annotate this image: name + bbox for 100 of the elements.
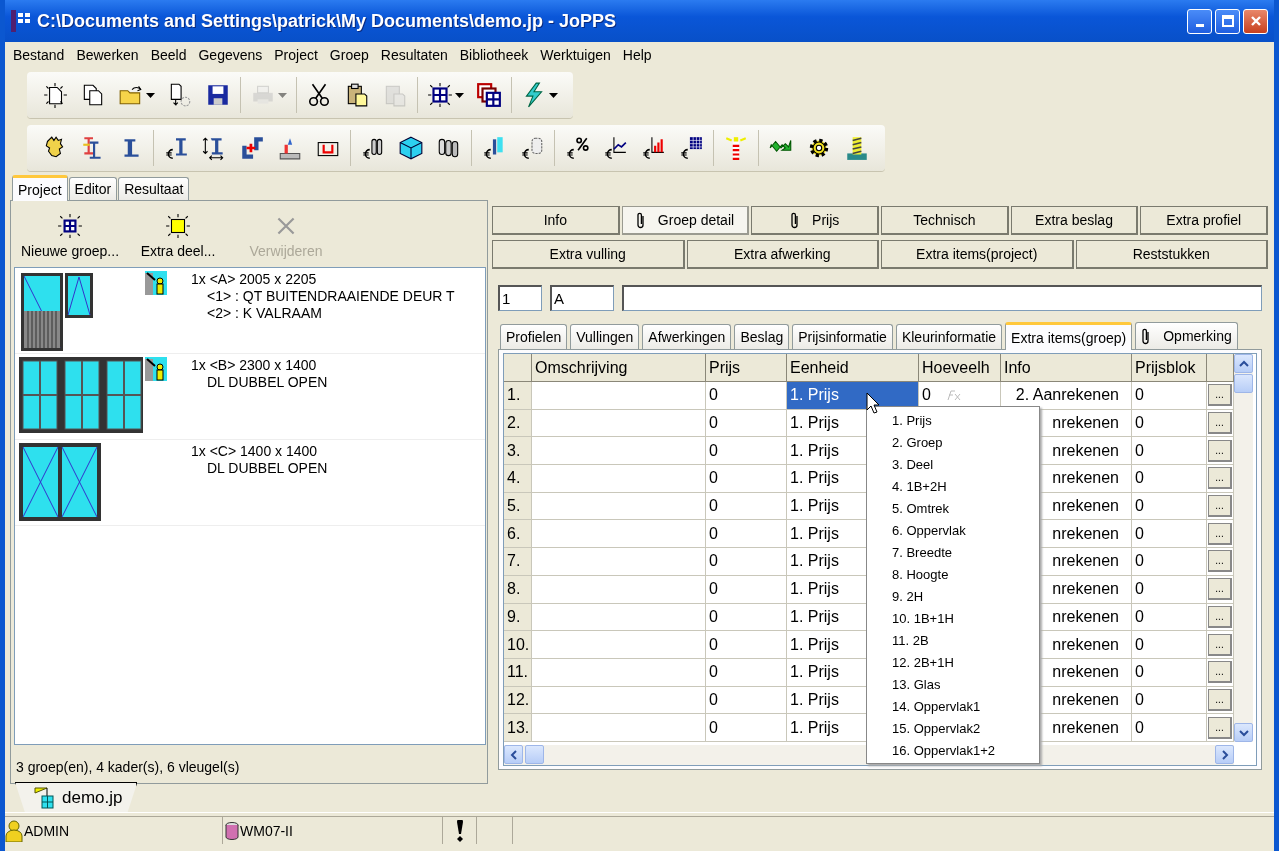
group-text: DL DUBBEL OPEN [206,374,328,391]
tab-button[interactable]: Info [492,206,620,235]
group-text: 1x <B> 2300 x 1400 [191,357,318,374]
tab-button[interactable]: Reststukken [1075,240,1268,269]
tab[interactable]: Prijsinformatie [792,324,893,349]
row-number: 13. [504,714,532,742]
table-cell: 0 [706,492,787,521]
menu-item[interactable]: Beeld [144,47,193,63]
tab[interactable]: Kleurinformatie [895,324,1003,349]
menu-item[interactable]: Bewerken [70,47,145,63]
ellipsis-button[interactable]: ... [1208,688,1232,711]
number-field[interactable]: 1 [498,285,542,311]
column-header[interactable]: Eenheid [787,354,919,382]
tab[interactable]: Extra items(groep) [1005,322,1133,350]
row-number: 5. [504,492,532,521]
group-text: 1x <C> 1400 x 1400 [191,443,319,460]
tab[interactable]: Afwerkingen [642,324,732,349]
document-tab[interactable]: demo.jp [15,782,138,812]
menu-item[interactable]: Gegevens [192,47,269,63]
tab-button[interactable]: Extra vulling [492,240,685,269]
ellipsis-button[interactable]: ... [1208,661,1232,684]
row-number: 1. [504,382,532,410]
row-number: 11. [504,658,532,687]
close-button[interactable] [1243,8,1268,34]
menu-item[interactable]: Project [268,47,324,63]
window-title: C:\Documents and Settings\patrick\My Documents\demo.jp - JoPPS [37,10,618,32]
menu-item[interactable]: Bestand [7,47,71,63]
table-cell: 0 [706,548,787,576]
scroll-down-button[interactable] [1234,723,1253,742]
group-item[interactable]: 1x <C> 1400 x 1400 DL DUBBEL OPEN [15,440,485,526]
row-number: 8. [504,575,532,604]
ellipsis-button[interactable]: ... [1208,716,1232,739]
header-cell [1207,354,1234,382]
table-cell[interactable]: 1. Prijs [787,382,919,410]
scroll-left-button[interactable] [504,745,523,764]
status-text: 3 groep(en), 4 kader(s), 6 vleugel(s) [15,758,241,777]
beacon-icon [723,135,749,161]
description-field[interactable] [622,285,1262,311]
group-text: DL DUBBEL OPEN [206,460,328,477]
profile-plus-icon [239,135,265,161]
minimize-button[interactable] [1187,8,1212,34]
scroll-right-button[interactable] [1215,745,1234,764]
menu-item[interactable]: Resultaten [374,47,454,63]
tab-button[interactable]: Extra profiel [1140,206,1269,235]
tab-button[interactable]: Groep detail [621,206,750,235]
ellipsis-button[interactable]: ... [1208,605,1232,628]
ellipsis-button[interactable]: ... [1208,467,1232,490]
group-item[interactable]: 1x <A> 2005 x 2205 <1> : QT BUITENDRAAIENDE DEUR T <2> : K VALRAAM [15,268,485,354]
tab-button[interactable]: Extra beslag [1010,206,1139,235]
tab[interactable]: Project [12,175,68,201]
scroll-thumb[interactable] [525,745,544,764]
tab-button[interactable]: Technisch [881,206,1009,235]
caret-icon [146,92,155,98]
column-header[interactable]: Prijsblok [1132,354,1207,382]
table-cell: 0 [706,520,787,549]
ellipsis-button[interactable]: ... [1208,633,1232,656]
group-item[interactable]: 1x <B> 2300 x 1400 DL DUBBEL OPEN [15,354,485,440]
tab[interactable]: Resultaat [118,177,190,200]
dropdown-option[interactable]: 16. Oppervlak1+2 [867,739,1039,761]
column-header[interactable]: Prijs [706,354,787,382]
group-text: 1x <A> 2005 x 2205 [191,271,318,288]
toolbar-button[interactable]: Nieuwe groep... [16,205,124,267]
column-header[interactable]: Hoeveelh [919,354,1001,382]
ellipsis-button[interactable]: ... [1208,495,1232,518]
caret-icon [278,92,287,98]
table-cell: 0 [1132,465,1207,493]
close-icon [1249,15,1262,27]
tab[interactable]: Vullingen [570,324,640,349]
tab[interactable]: Editor [68,177,118,200]
square-icon [165,213,191,239]
menu-item[interactable]: Bibliotheek [453,47,535,63]
column-header[interactable]: Omschrijving [532,354,706,382]
ellipsis-button[interactable]: ... [1208,384,1232,407]
table-cell: 0 [1132,714,1207,742]
caret-icon [549,92,558,98]
table-cell: 0 [1132,603,1207,632]
scroll-thumb[interactable] [1234,374,1253,393]
column-header[interactable]: Info [1001,354,1132,382]
formula-icon [944,389,961,402]
tab[interactable]: Opmerking [1135,322,1238,349]
tab-button[interactable]: Extra items(project) [881,240,1074,269]
tab-button[interactable]: Extra afwerking [686,240,879,269]
table-cell: 0 [1132,382,1207,410]
database-icon [225,821,239,840]
tab-button[interactable]: Prijs [751,206,879,235]
ellipsis-button[interactable]: ... [1208,522,1232,545]
ellipsis-button[interactable]: ... [1208,578,1232,601]
ellipsis-button[interactable]: ... [1208,439,1232,462]
menu-item[interactable]: Help [616,47,658,63]
ellipsis-button[interactable]: ... [1208,550,1232,573]
menu-item[interactable]: Werktuigen [534,47,617,63]
menu-item[interactable]: Groep [323,47,375,63]
tab[interactable]: Beslag [734,324,790,349]
maximize-button[interactable] [1215,8,1240,34]
table-cell: 0 [706,603,787,632]
tab[interactable]: Profielen [500,324,568,349]
toolbar-button[interactable]: Extra deel... [124,205,232,267]
ellipsis-button[interactable]: ... [1208,412,1232,435]
scroll-up-button[interactable] [1234,354,1253,373]
code-field[interactable]: A [550,285,614,311]
